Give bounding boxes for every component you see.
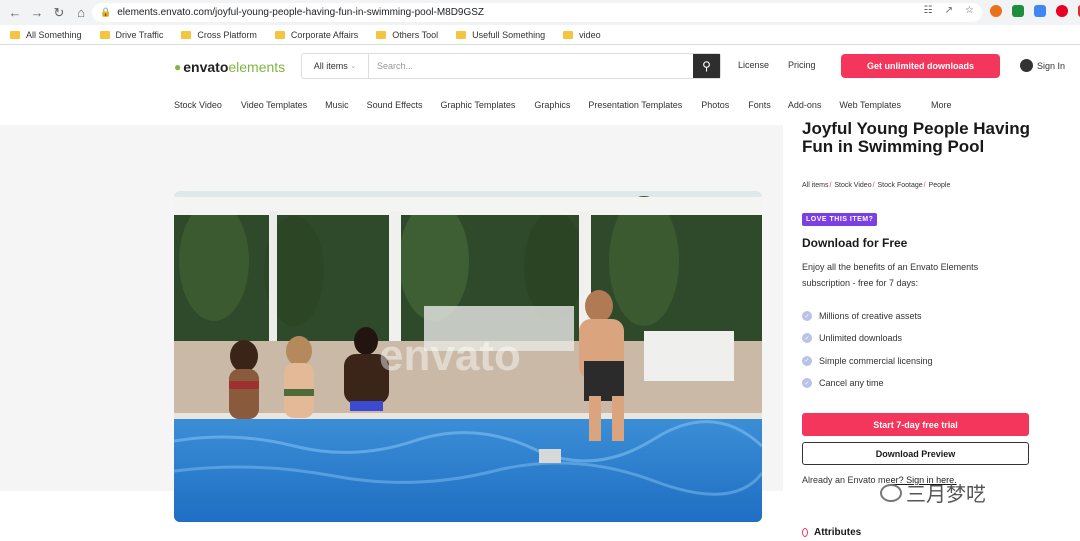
share-icon[interactable]: ↗: [945, 5, 953, 16]
download-preview-button[interactable]: Download Preview: [802, 442, 1029, 465]
leaf-icon: ●: [174, 60, 182, 74]
search-bar: All items ⌄ Search... ⚲: [301, 53, 721, 79]
translate-icon[interactable]: ☷: [924, 5, 933, 16]
nav-item-more[interactable]: More: [931, 100, 952, 110]
item-title: Joyful Young People Having Fun in Swimmi…: [802, 119, 1030, 156]
license-link[interactable]: License: [738, 60, 769, 70]
site-header: ● envato elements All items ⌄ Search... ⚲…: [0, 46, 1080, 125]
list-item: ✓ Unlimited downloads: [802, 327, 933, 349]
nav-item-graphic-templates[interactable]: Graphic Templates: [440, 100, 515, 110]
folder-icon: [10, 30, 20, 39]
search-input[interactable]: Search...: [369, 54, 693, 78]
bookmark-item[interactable]: Drive Traffic: [99, 30, 163, 40]
address-bar[interactable]: 🔒 elements.envato.com/joyful-young-peopl…: [92, 3, 982, 22]
reload-icon[interactable]: ↻: [48, 2, 70, 24]
video-watermark: envato: [379, 331, 521, 380]
location-pin-icon: [802, 528, 808, 537]
nav-item-add-ons[interactable]: Add-ons: [788, 100, 822, 110]
bookmark-item[interactable]: Others Tool: [376, 30, 438, 40]
breadcrumb-all-items[interactable]: All items: [802, 182, 828, 189]
bookmark-item[interactable]: Cross Platform: [181, 30, 257, 40]
check-icon: ✓: [802, 333, 812, 344]
category-nav: Stock Video Video Templates Music Sound …: [174, 100, 952, 110]
nav-item-web-templates[interactable]: Web Templates: [839, 100, 901, 110]
folder-icon: [563, 30, 574, 39]
folder-icon: [456, 30, 467, 39]
back-arrow-icon[interactable]: ←: [4, 2, 26, 24]
bookmark-star-icon[interactable]: ☆: [965, 5, 974, 16]
folder-icon: [274, 30, 285, 39]
folder-icon: [376, 30, 387, 39]
home-icon[interactable]: ⌂: [70, 2, 92, 24]
download-free-heading: Download for Free: [802, 236, 908, 250]
list-item: ✓ Simple commercial licensing: [802, 350, 933, 372]
chevron-down-icon: ⌄: [350, 63, 357, 70]
wechat-logo-icon: [880, 483, 902, 502]
sign-in-link[interactable]: Sign In: [1020, 59, 1065, 72]
check-icon: ✓: [802, 311, 812, 322]
bookmark-item[interactable]: Corporate Affairs: [274, 30, 358, 40]
start-free-trial-button[interactable]: Start 7-day free trial: [802, 413, 1029, 436]
breadcrumb-stock-footage[interactable]: Stock Footage: [878, 182, 923, 189]
search-button[interactable]: ⚲: [693, 54, 720, 78]
breadcrumb: All items/ Stock Video/ Stock Footage/ P…: [802, 182, 951, 189]
url-text: elements.envato.com/joyful-young-people-…: [117, 7, 485, 18]
feature-list: ✓ Millions of creative assets ✓ Unlimited …: [802, 305, 933, 394]
attributes-heading: Attributes: [802, 527, 861, 538]
wechat-watermark: 三月梦呓: [880, 478, 986, 507]
breadcrumb-stock-video[interactable]: Stock Video: [834, 182, 871, 189]
extension-icon[interactable]: [1056, 5, 1068, 17]
folder-icon: [99, 30, 110, 39]
nav-item-photos[interactable]: Photos: [701, 100, 729, 110]
love-this-item-badge: LOVE THIS ITEM?: [802, 213, 878, 226]
nav-item-video-templates[interactable]: Video Templates: [241, 100, 307, 110]
extension-icon[interactable]: [1012, 5, 1024, 17]
nav-item-sound-effects[interactable]: Sound Effects: [367, 100, 423, 110]
nav-item-graphics[interactable]: Graphics: [534, 100, 570, 110]
bookmark-item[interactable]: video: [563, 30, 601, 40]
bookmark-item[interactable]: Usefull Something: [456, 30, 545, 40]
folder-icon: [181, 30, 192, 39]
search-category-dropdown[interactable]: All items ⌄: [302, 54, 369, 78]
forward-arrow-icon[interactable]: →: [26, 2, 48, 24]
check-icon: ✓: [802, 355, 812, 366]
video-preview[interactable]: envato: [174, 191, 762, 522]
nav-item-stock-video[interactable]: Stock Video: [174, 100, 222, 110]
list-item: ✓ Cancel any time: [802, 372, 933, 394]
user-icon: [1020, 59, 1033, 72]
extension-icon[interactable]: [990, 5, 1002, 17]
envato-logo[interactable]: ● envato elements: [174, 59, 285, 75]
extension-icon[interactable]: [1034, 5, 1046, 17]
breadcrumb-people[interactable]: People: [929, 182, 951, 189]
browser-toolbar: ← → ↻ ⌂ 🔒 elements.envato.com/joyful-you…: [0, 0, 1080, 25]
nav-item-music[interactable]: Music: [325, 100, 349, 110]
nav-item-fonts[interactable]: Fonts: [748, 100, 771, 110]
search-icon: ⚲: [702, 59, 711, 73]
check-icon: ✓: [802, 378, 812, 389]
benefits-text: Enjoy all the benefits of an Envato Elem…: [802, 262, 979, 288]
nav-item-presentation-templates[interactable]: Presentation Templates: [588, 100, 682, 110]
lock-icon: 🔒: [100, 7, 112, 17]
bookmark-item[interactable]: All Something: [10, 30, 82, 40]
bookmarks-bar: All Something Drive Traffic Cross Platfo…: [0, 25, 1080, 45]
pricing-link[interactable]: Pricing: [788, 60, 816, 70]
list-item: ✓ Millions of creative assets: [802, 305, 933, 327]
get-unlimited-downloads-button[interactable]: Get unlimited downloads: [841, 54, 1000, 78]
